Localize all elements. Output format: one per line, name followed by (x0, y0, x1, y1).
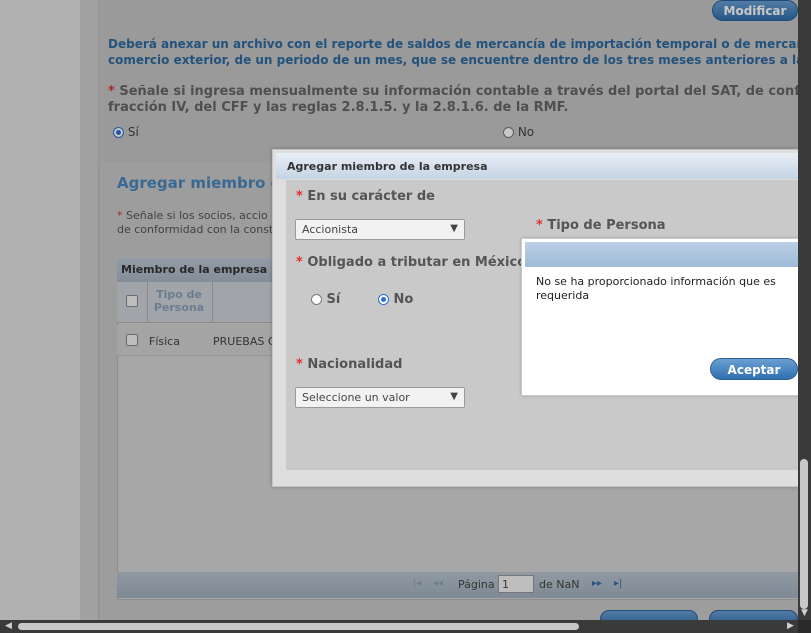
required-asterisk: * (296, 357, 303, 372)
scroll-corner (798, 620, 811, 633)
scroll-left-icon[interactable]: ◀ (2, 620, 15, 633)
caracter-select-value: Accionista (302, 223, 359, 236)
nacionalidad-label-text: Nacionalidad (307, 357, 403, 372)
chevron-down-icon: ▼ (450, 391, 458, 402)
tributar-label-text: Obligado a tributar en México (307, 255, 527, 270)
radio-tributar-si[interactable]: Sí (311, 292, 340, 307)
nacionalidad-label: * Nacionalidad (296, 357, 402, 372)
required-asterisk: * (296, 189, 303, 204)
required-asterisk: * (536, 218, 543, 233)
radio-tributar-no-label: No (393, 292, 414, 307)
radio-tributar-no[interactable]: No (378, 292, 413, 307)
nacionalidad-select[interactable]: Seleccione un valor ▼ (295, 387, 465, 408)
radio-on-icon (378, 294, 389, 305)
caracter-label-text: En su carácter de (307, 189, 435, 204)
vertical-scroll-thumb[interactable] (800, 459, 808, 609)
caracter-select[interactable]: Accionista ▼ (295, 219, 465, 240)
accept-button[interactable]: Aceptar (710, 358, 798, 380)
nacionalidad-select-value: Seleccione un valor (302, 391, 410, 404)
required-asterisk: * (296, 255, 303, 270)
alert-message: No se ha proporcionado información que e… (536, 275, 776, 302)
horizontal-scroll-thumb[interactable] (18, 623, 579, 630)
dialog-title: Agregar miembro de la empresa (276, 153, 798, 179)
alert-header (525, 242, 798, 267)
scroll-down-icon[interactable]: ▼ (798, 607, 811, 620)
caracter-label: * En su carácter de (296, 189, 435, 204)
tipo-persona-label: * Tipo de Persona (536, 218, 666, 233)
tributar-label: * Obligado a tributar en México (296, 255, 526, 270)
scroll-right-icon[interactable]: ▶ (784, 620, 797, 633)
tipo-persona-label-text: Tipo de Persona (547, 218, 666, 233)
radio-tributar-si-label: Sí (326, 292, 341, 307)
chevron-down-icon: ▼ (450, 223, 458, 234)
radio-off-icon (311, 294, 322, 305)
